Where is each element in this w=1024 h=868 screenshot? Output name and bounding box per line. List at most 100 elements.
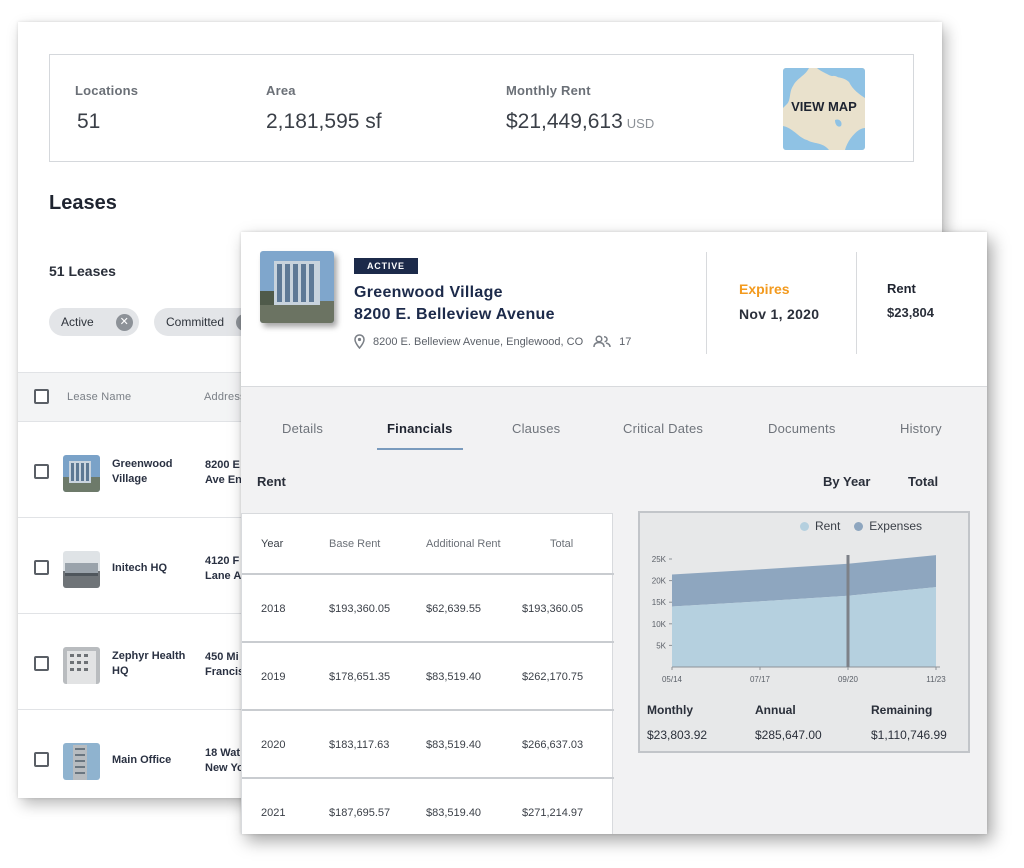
col-base-rent: Base Rent [329,538,381,550]
occupants: 17 [593,335,631,348]
locations-label: Locations [75,83,139,98]
filter-chip-active[interactable]: Active ✕ [49,308,139,336]
address-line-1: 450 Mi [205,651,239,663]
rent-chart-card: 5K 10K 15K 20K 25K 05/14 07/17 09/20 11/23 Rent … [638,511,970,753]
rent-section-title: Rent [257,474,286,489]
legend-item-rent[interactable]: Rent [799,519,841,533]
total-toggle[interactable]: Total [908,474,938,489]
cell-year: 2018 [261,603,286,615]
monthly-label: Monthly [647,703,693,717]
view-map-button[interactable]: VIEW MAP [783,68,865,150]
lease-name[interactable]: Zephyr Health HQ [112,649,202,679]
tab-financials[interactable]: Financials [387,421,453,436]
row-checkbox[interactable] [34,752,49,767]
cell-additional-rent: $83,519.40 [426,807,482,819]
monthly-rent-stat: Monthly Rent $21,449,613 USD [506,83,654,134]
locations-stat: Locations 51 [75,83,138,134]
lease-name[interactable]: Greenwood Village [112,457,202,487]
rent-table-header: Year Base Rent Additional Rent Total [242,514,614,575]
lease-detail-panel: ACTIVE Greenwood Village 8200 E. Bellevi… [241,232,987,834]
monthly-rent-amount: $21,449,613 [506,110,623,133]
area-stat: Area 2,181,595 sf [266,83,382,134]
monthly-rent-label: Monthly Rent [506,83,591,98]
cell-additional-rent: $62,639.55 [426,603,482,615]
tab-history[interactable]: History [900,421,942,436]
cell-total: $266,637.03 [522,739,584,751]
table-row: 2020 $183,117.63 $83,519.40 $266,637.03 [242,711,614,779]
y-tick-label: 5K [656,641,666,650]
monthly-rent-value: $21,449,613 USD [506,110,654,134]
rent-table: Year Base Rent Additional Rent Total 201… [241,513,614,834]
table-row: 2018 $193,360.05 $62,639.55 $193,360.05 [242,575,614,643]
cell-year: 2019 [261,671,286,683]
tab-critical-dates[interactable]: Critical Dates [623,421,703,436]
status-badge: ACTIVE [354,258,418,274]
lease-address: 450 Mi Francis [205,650,245,680]
y-tick-label: 20K [652,577,667,586]
annual-label: Annual [755,703,796,717]
legend-label: Rent [814,519,841,533]
lease-thumbnail [63,551,100,588]
row-checkbox[interactable] [34,464,49,479]
y-tick-label: 25K [652,555,667,564]
legend-label: Expenses [869,519,922,533]
people-icon [593,335,611,348]
lease-address: 8200 E Ave En [205,458,245,488]
currency-unit: USD [626,116,655,131]
cell-total: $262,170.75 [522,671,584,683]
tab-documents[interactable]: Documents [768,421,836,436]
address-line-2: Francis [205,666,245,678]
col-address[interactable]: Address [204,391,246,403]
cell-base-rent: $187,695.57 [329,807,391,819]
view-map-label: VIEW MAP [791,99,857,114]
tab-clauses[interactable]: Clauses [512,421,560,436]
lease-address: 4120 F Lane A [205,554,245,584]
row-checkbox[interactable] [34,560,49,575]
cell-base-rent: $183,117.63 [329,739,390,751]
y-tick-label: 15K [652,598,667,607]
remaining-label: Remaining [871,703,933,717]
table-row: 2019 $178,651.35 $83,519.40 $262,170.75 [242,643,614,711]
cell-year: 2020 [261,739,286,751]
cell-additional-rent: $83,519.40 [426,671,482,683]
lease-thumbnail [63,743,100,780]
annual-value: $285,647.00 [755,728,822,742]
col-year: Year [261,538,284,550]
app-stage: Locations 51 Area 2,181,595 sf Monthly R… [0,0,1024,868]
filter-chip-label: Committed [166,315,225,329]
rent-label: Rent [887,281,916,296]
address-line-1: 8200 E [205,459,240,471]
lease-name[interactable]: Initech HQ [112,561,202,576]
col-lease-name[interactable]: Lease Name [67,391,131,403]
cell-year: 2021 [261,807,286,819]
lease-thumbnail [63,455,100,492]
select-all-checkbox[interactable] [34,389,49,404]
expires-label: Expires [739,281,790,297]
cell-total: $271,214.97 [522,807,584,819]
property-title: Greenwood Village 8200 E. Belleview Aven… [354,282,555,326]
x-tick-label: 05/14 [662,675,683,684]
lease-thumbnail [63,647,100,684]
lease-detail-header: ACTIVE Greenwood Village 8200 E. Bellevi… [241,232,987,387]
property-location: 8200 E. Belleview Avenue, Englewood, CO … [354,334,631,349]
property-street: 8200 E. Belleview Avenue [354,306,555,323]
cell-additional-rent: $83,519.40 [426,739,482,751]
chart-legend: Rent Expenses [640,519,968,533]
row-checkbox[interactable] [34,656,49,671]
tab-details[interactable]: Details [282,421,323,436]
area-label: Area [266,83,296,98]
by-year-toggle[interactable]: By Year [823,474,870,489]
cell-base-rent: $193,360.05 [329,603,391,615]
chip-remove-icon[interactable]: ✕ [115,313,133,331]
col-additional-rent: Additional Rent [426,538,501,550]
lease-name[interactable]: Main Office [112,753,202,768]
x-tick-label: 11/23 [926,675,946,684]
legend-item-expenses[interactable]: Expenses [854,519,922,533]
address-line-2: Ave En [205,474,242,486]
lease-address: 18 Wat New Yo [205,746,245,776]
cell-total: $193,360.05 [522,603,584,615]
building-photo [260,251,334,323]
remaining-value: $1,110,746.99 [871,728,947,742]
property-address: 8200 E. Belleview Avenue, Englewood, CO [373,335,584,348]
active-tab-indicator [377,448,463,450]
